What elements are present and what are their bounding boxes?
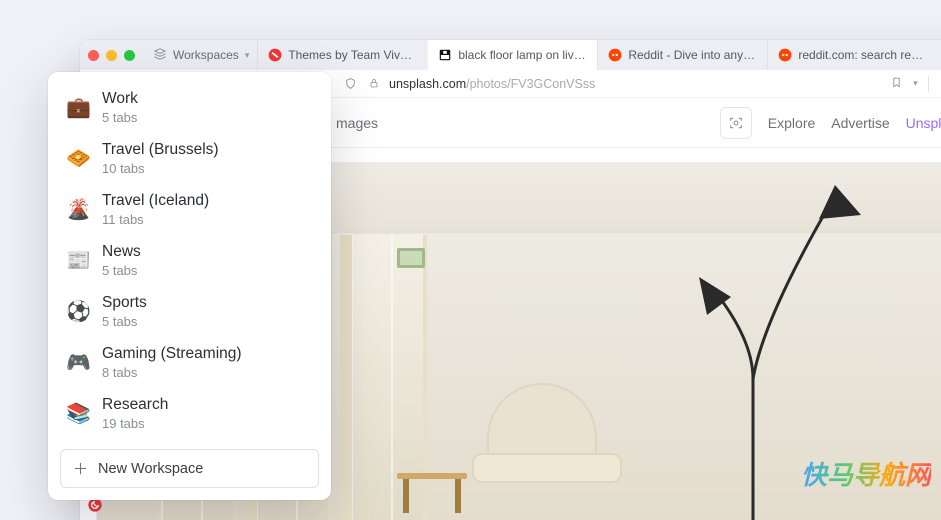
workspace-tab-count: 10 tabs: [102, 161, 219, 176]
tab[interactable]: reddit.com: search results: [767, 40, 937, 70]
tab-title: reddit.com: search results: [798, 48, 927, 62]
bookmark-icon[interactable]: [890, 76, 903, 92]
url-display[interactable]: unsplash.com/photos/FV3GConVSss: [389, 77, 595, 91]
address-security-icons: [343, 77, 381, 90]
shield-icon[interactable]: [343, 77, 357, 90]
workspace-name: News: [102, 243, 141, 261]
tab-title: black floor lamp on living r: [458, 48, 587, 62]
new-tab-button[interactable]: ＋: [937, 45, 941, 66]
exit-sign-graphic: [397, 248, 425, 268]
unsplash-favicon-icon: [438, 48, 452, 62]
workspace-name: Research: [102, 396, 168, 414]
workspace-icon: 🌋: [66, 199, 88, 221]
url-path: /photos/FV3GConVSss: [466, 77, 595, 91]
tab[interactable]: Themes by Team Vivaldi: [257, 40, 427, 70]
workspaces-label: Workspaces: [173, 48, 239, 62]
workspace-icon: 📚: [66, 403, 88, 425]
plus-icon: ＋: [73, 458, 88, 479]
new-workspace-button[interactable]: ＋ New Workspace: [60, 449, 319, 488]
workspaces-popover: 💼 Work 5 tabs 🧇 Travel (Brussels) 10 tabs 🌋 Tra…: [48, 72, 331, 500]
workspace-icon: 🎮: [66, 352, 88, 374]
url-host: unsplash.com: [389, 77, 466, 91]
page-search-fragment: mages: [336, 115, 378, 131]
workspace-icon: 🧇: [66, 148, 88, 170]
workspaces-icon: [153, 47, 167, 64]
workspace-item[interactable]: 🧇 Travel (Brussels) 10 tabs: [48, 133, 331, 184]
workspace-name: Travel (Brussels): [102, 141, 219, 159]
tab-title: Themes by Team Vivaldi: [288, 48, 417, 62]
workspace-item[interactable]: 🎮 Gaming (Streaming) 8 tabs: [48, 337, 331, 388]
workspace-item[interactable]: 📰 News 5 tabs: [48, 235, 331, 286]
workspace-tab-count: 11 tabs: [102, 212, 209, 227]
workspace-name: Travel (Iceland): [102, 192, 209, 210]
chevron-down-icon[interactable]: ▾: [913, 78, 918, 89]
workspaces-button[interactable]: Workspaces ▾: [145, 43, 257, 68]
workspace-name: Work: [102, 90, 138, 108]
window-controls: [88, 50, 135, 61]
new-workspace-label: New Workspace: [98, 461, 203, 477]
divider: [928, 76, 929, 92]
workspace-item[interactable]: 🌋 Travel (Iceland) 11 tabs: [48, 184, 331, 235]
tab[interactable]: Reddit - Dive into anything: [597, 40, 767, 70]
window-minimize-button[interactable]: [106, 50, 117, 61]
nav-advertise[interactable]: Advertise: [831, 115, 889, 131]
tab-strip: Workspaces ▾ Themes by Team Vivaldi black…: [80, 40, 941, 70]
reddit-favicon-icon: [778, 48, 792, 62]
workspace-icon: 💼: [66, 97, 88, 119]
workspace-tab-count: 5 tabs: [102, 263, 141, 278]
visual-search-button[interactable]: [720, 107, 752, 139]
workspace-icon: ⚽: [66, 301, 88, 323]
workspace-item[interactable]: 💼 Work 5 tabs: [48, 82, 331, 133]
nav-explore[interactable]: Explore: [768, 115, 815, 131]
workspace-name: Gaming (Streaming): [102, 345, 242, 363]
workspace-tab-count: 5 tabs: [102, 110, 138, 125]
reddit-favicon-icon: [608, 48, 622, 62]
tab-title: Reddit - Dive into anything: [628, 48, 757, 62]
nav-unsplash-plus[interactable]: Unsplash: [906, 115, 941, 131]
chevron-down-icon: ▾: [245, 50, 250, 61]
tab[interactable]: black floor lamp on living r: [427, 40, 597, 70]
workspace-item[interactable]: ⚽ Sports 5 tabs: [48, 286, 331, 337]
workspace-name: Sports: [102, 294, 147, 312]
workspace-item[interactable]: 📚 Research 19 tabs: [48, 388, 331, 439]
workspace-tab-count: 8 tabs: [102, 365, 242, 380]
window-maximize-button[interactable]: [124, 50, 135, 61]
window-close-button[interactable]: [88, 50, 99, 61]
workspace-tab-count: 5 tabs: [102, 314, 147, 329]
workspace-icon: 📰: [66, 250, 88, 272]
lock-icon[interactable]: [367, 77, 381, 90]
workspace-tab-count: 19 tabs: [102, 416, 168, 431]
vivaldi-favicon-icon: [268, 48, 282, 62]
